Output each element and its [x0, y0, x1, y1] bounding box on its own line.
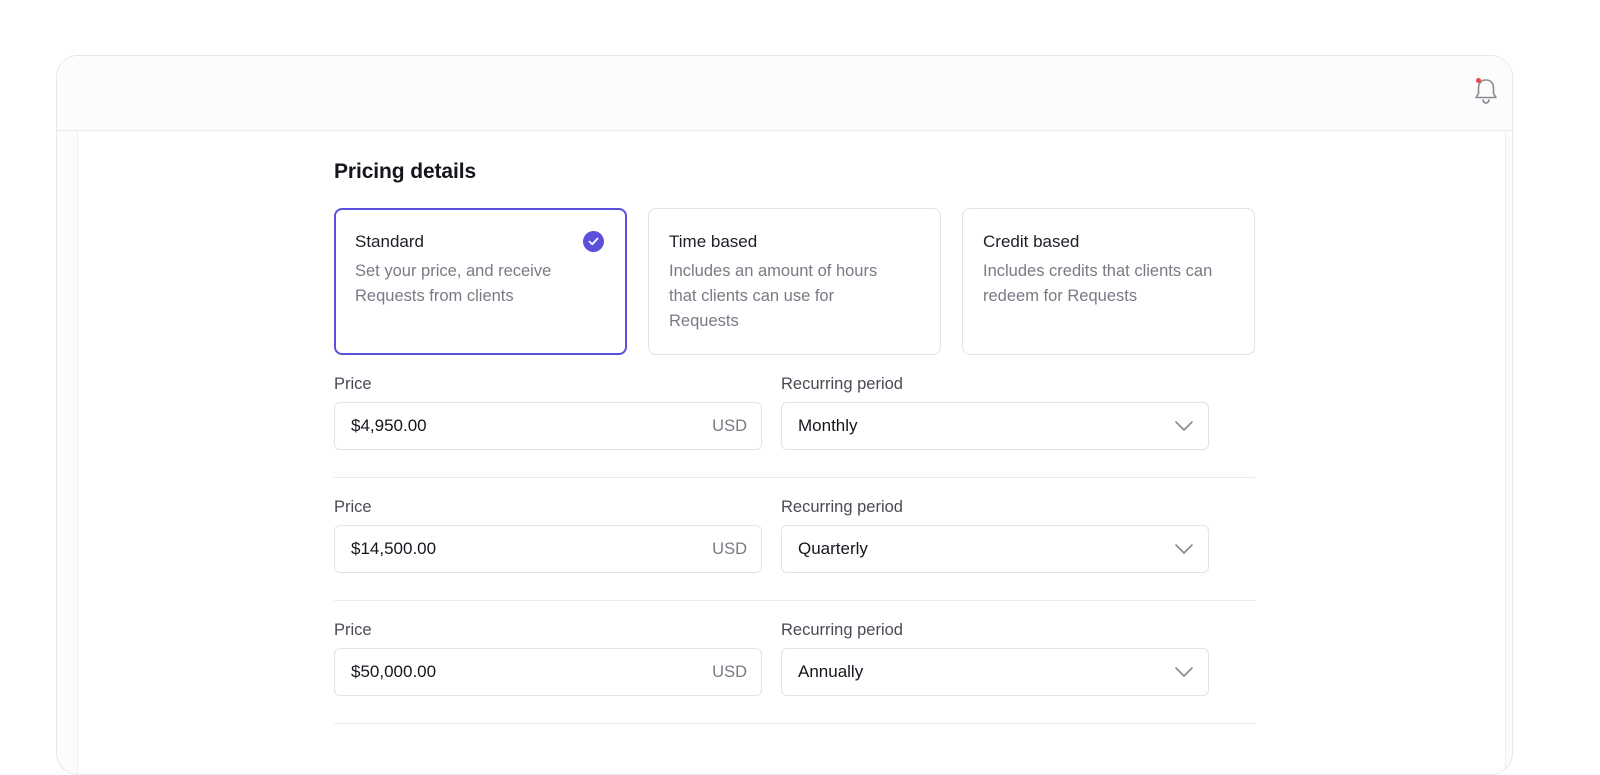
price-input[interactable]: $14,500.00 USD	[334, 525, 762, 573]
plan-card-credit-based[interactable]: Credit based Includes credits that clien…	[962, 208, 1255, 355]
section-title: Pricing details	[334, 160, 477, 183]
plan-title: Standard	[355, 232, 424, 251]
price-row: Price $4,950.00 USD Recurring period Mon…	[334, 374, 1255, 478]
plan-options: Standard Set your price, and receive Req…	[334, 208, 1255, 355]
price-row: Price $14,500.00 USD Recurring period Qu…	[334, 478, 1255, 601]
period-field-group: Recurring period Quarterly	[781, 497, 1209, 573]
plan-description: Includes an amount of hours that clients…	[669, 262, 878, 330]
top-bar	[57, 56, 1512, 131]
plan-card-standard[interactable]: Standard Set your price, and receive Req…	[334, 208, 627, 355]
unread-indicator	[1476, 78, 1481, 83]
pricing-form: Pricing details Standard Set your price,…	[334, 157, 1255, 724]
recurring-period-select[interactable]: Quarterly	[781, 525, 1209, 573]
price-value: $4,950.00	[351, 416, 427, 435]
price-input[interactable]: $50,000.00 USD	[334, 648, 762, 696]
plan-card-time-based[interactable]: Time based Includes an amount of hours t…	[648, 208, 941, 355]
row-divider	[334, 723, 1255, 724]
price-label: Price	[334, 621, 372, 639]
period-field-group: Recurring period Monthly	[781, 374, 1209, 450]
period-label: Recurring period	[781, 375, 903, 393]
period-label: Recurring period	[781, 621, 903, 639]
period-label: Recurring period	[781, 498, 903, 516]
price-row: Price $50,000.00 USD Recurring period An…	[334, 601, 1255, 724]
check-icon	[583, 231, 604, 252]
chevron-down-icon	[1175, 667, 1193, 677]
period-value: Monthly	[798, 416, 858, 435]
content-panel: Pricing details Standard Set your price,…	[77, 132, 1506, 774]
period-value: Quarterly	[798, 539, 868, 558]
currency-label: USD	[712, 539, 747, 558]
chevron-down-icon	[1175, 544, 1193, 554]
plan-description: Set your price, and receive Requests fro…	[355, 262, 552, 305]
app-window: Pricing details Standard Set your price,…	[56, 55, 1513, 775]
plan-description: Includes credits that clients can redeem…	[983, 262, 1213, 305]
period-value: Annually	[798, 662, 864, 681]
price-value: $14,500.00	[351, 539, 437, 558]
notifications-button[interactable]	[1472, 76, 1500, 106]
currency-label: USD	[712, 662, 747, 681]
plan-title: Time based	[669, 232, 758, 251]
recurring-period-select[interactable]: Monthly	[781, 402, 1209, 450]
period-field-group: Recurring period Annually	[781, 620, 1209, 696]
price-label: Price	[334, 375, 372, 393]
price-field-group: Price $14,500.00 USD	[334, 497, 762, 573]
price-input[interactable]: $4,950.00 USD	[334, 402, 762, 450]
price-value: $50,000.00	[351, 662, 437, 681]
recurring-period-select[interactable]: Annually	[781, 648, 1209, 696]
price-field-group: Price $50,000.00 USD	[334, 620, 762, 696]
plan-title: Credit based	[983, 232, 1080, 251]
currency-label: USD	[712, 416, 747, 435]
chevron-down-icon	[1175, 421, 1193, 431]
price-label: Price	[334, 498, 372, 516]
price-field-group: Price $4,950.00 USD	[334, 374, 762, 450]
